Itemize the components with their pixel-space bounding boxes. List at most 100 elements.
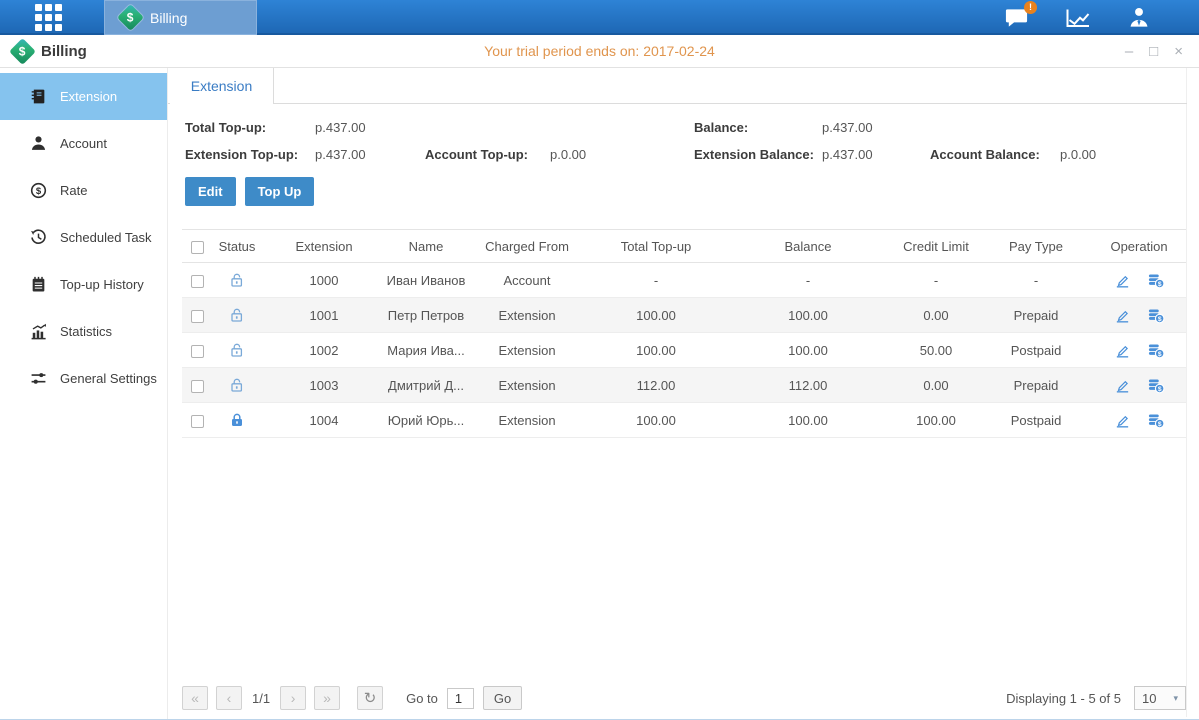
edit-button[interactable]: Edit	[185, 177, 236, 206]
prev-page-button[interactable]: ‹	[216, 686, 242, 710]
minimize-button[interactable]: –	[1125, 44, 1133, 59]
topbar-tab-label: Billing	[150, 10, 187, 26]
status-unlocked-icon[interactable]	[229, 307, 245, 323]
displaying-count-text: Displaying 1 - 5 of 5	[1006, 691, 1121, 706]
edit-extension-icon[interactable]	[1114, 342, 1131, 359]
extension-table-body: 1000Иван ИвановAccount----$1001Петр Петр…	[182, 263, 1186, 438]
cell-total_topup: 112.00	[588, 368, 724, 403]
tab-extension[interactable]: Extension	[170, 68, 274, 104]
next-page-button[interactable]: ›	[280, 686, 306, 710]
total-topup-label: Total Top-up:	[185, 120, 315, 135]
col-status[interactable]: Status	[212, 230, 262, 263]
svg-text:$: $	[1157, 316, 1161, 323]
top-bar: $ Billing !	[0, 0, 1199, 35]
sidebar-item-extension[interactable]: Extension	[0, 73, 167, 120]
maximize-button[interactable]: □	[1149, 44, 1158, 59]
cell-pay_type: -	[980, 263, 1092, 298]
select-all-checkbox[interactable]	[191, 241, 204, 254]
svg-text:$: $	[1157, 386, 1161, 393]
account-topup-value: p.0.00	[550, 147, 694, 162]
row-checkbox[interactable]	[191, 275, 204, 288]
statistics-chart-icon[interactable]	[1065, 7, 1091, 29]
refresh-icon[interactable]: ↻	[357, 686, 383, 710]
svg-text:$: $	[1157, 421, 1161, 428]
row-checkbox[interactable]	[191, 380, 204, 393]
table-row: 1001Петр ПетровExtension100.00100.000.00…	[182, 298, 1186, 333]
cell-total_topup: -	[588, 263, 724, 298]
goto-page-input[interactable]	[447, 688, 474, 709]
billing-app-window: $ Billing ! $ Billing Your trial period …	[0, 0, 1199, 720]
col-pay-type[interactable]: Pay Type	[980, 230, 1092, 263]
status-unlocked-icon[interactable]	[229, 272, 245, 288]
app-launcher-grid-icon[interactable]	[35, 4, 62, 31]
extension-balance-value: p.437.00	[822, 147, 930, 162]
billing-dollar-diamond-icon: $	[9, 38, 36, 65]
cell-charged_from: Extension	[466, 368, 588, 403]
edit-extension-icon[interactable]	[1114, 272, 1131, 289]
extension-balance-label: Extension Balance:	[694, 147, 822, 162]
col-extension[interactable]: Extension	[262, 230, 386, 263]
user-account-icon[interactable]	[1127, 6, 1151, 29]
cell-balance: 112.00	[724, 368, 892, 403]
top-up-coins-icon[interactable]: $	[1147, 307, 1165, 324]
trial-period-message: Your trial period ends on: 2017-02-24	[0, 43, 1199, 59]
go-button[interactable]: Go	[483, 686, 522, 710]
account-person-icon	[30, 135, 47, 152]
svg-text:$: $	[1157, 281, 1161, 288]
cell-charged_from: Extension	[466, 403, 588, 438]
table-row: 1003Дмитрий Д...Extension112.00112.000.0…	[182, 368, 1186, 403]
sidebar-item-scheduled-task[interactable]: Scheduled Task	[0, 214, 167, 261]
table-header-row: Status Extension Name Charged From Total…	[182, 230, 1186, 263]
sidebar-item-rate[interactable]: $ Rate	[0, 167, 167, 214]
sidebar-item-statistics[interactable]: Statistics	[0, 308, 167, 355]
rate-dollar-coin-icon: $	[30, 182, 47, 199]
account-topup-label: Account Top-up:	[425, 147, 550, 162]
status-unlocked-icon[interactable]	[229, 377, 245, 393]
sidebar-item-account[interactable]: Account	[0, 120, 167, 167]
status-unlocked-icon[interactable]	[229, 342, 245, 358]
topbar-billing-tab[interactable]: $ Billing	[104, 0, 257, 35]
top-up-button[interactable]: Top Up	[245, 177, 315, 206]
window-title: Billing	[41, 43, 87, 60]
top-up-coins-icon[interactable]: $	[1147, 412, 1165, 429]
status-locked-icon[interactable]	[229, 412, 245, 428]
statistics-bars-icon	[30, 323, 47, 340]
cell-name: Петр Петров	[386, 298, 466, 333]
edit-extension-icon[interactable]	[1114, 307, 1131, 324]
sidebar-item-topup-history[interactable]: Top-up History	[0, 261, 167, 308]
svg-text:$: $	[36, 186, 42, 197]
last-page-button[interactable]: »	[314, 686, 340, 710]
row-checkbox[interactable]	[191, 415, 204, 428]
cell-credit_limit: 100.00	[892, 403, 980, 438]
sidebar-item-general-settings[interactable]: General Settings	[0, 355, 167, 402]
balance-value: p.437.00	[822, 120, 930, 135]
row-checkbox[interactable]	[191, 310, 204, 323]
row-checkbox[interactable]	[191, 345, 204, 358]
cell-pay_type: Postpaid	[980, 333, 1092, 368]
top-up-coins-icon[interactable]: $	[1147, 342, 1165, 359]
account-balance-value: p.0.00	[1060, 147, 1186, 162]
cell-credit_limit: 0.00	[892, 368, 980, 403]
page-size-select[interactable]: 10 ▾	[1134, 686, 1186, 710]
balance-label: Balance:	[694, 120, 822, 135]
cell-total_topup: 100.00	[588, 298, 724, 333]
col-total-topup[interactable]: Total Top-up	[588, 230, 724, 263]
col-balance[interactable]: Balance	[724, 230, 892, 263]
col-charged-from[interactable]: Charged From	[466, 230, 588, 263]
top-up-coins-icon[interactable]: $	[1147, 272, 1165, 289]
cell-name: Иван Иванов	[386, 263, 466, 298]
svg-text:$: $	[1157, 351, 1161, 358]
first-page-button[interactable]: «	[182, 686, 208, 710]
cell-charged_from: Extension	[466, 298, 588, 333]
table-row: 1002Мария Ива...Extension100.00100.0050.…	[182, 333, 1186, 368]
top-up-coins-icon[interactable]: $	[1147, 377, 1165, 394]
edit-extension-icon[interactable]	[1114, 377, 1131, 394]
cell-total_topup: 100.00	[588, 403, 724, 438]
messages-icon[interactable]: !	[1004, 7, 1029, 29]
col-name[interactable]: Name	[386, 230, 466, 263]
balance-summary: Total Top-up: p.437.00 Balance: p.437.00…	[168, 104, 1199, 162]
edit-extension-icon[interactable]	[1114, 412, 1131, 429]
cell-credit_limit: 0.00	[892, 298, 980, 333]
close-button[interactable]: ×	[1174, 44, 1183, 59]
col-credit-limit[interactable]: Credit Limit	[892, 230, 980, 263]
